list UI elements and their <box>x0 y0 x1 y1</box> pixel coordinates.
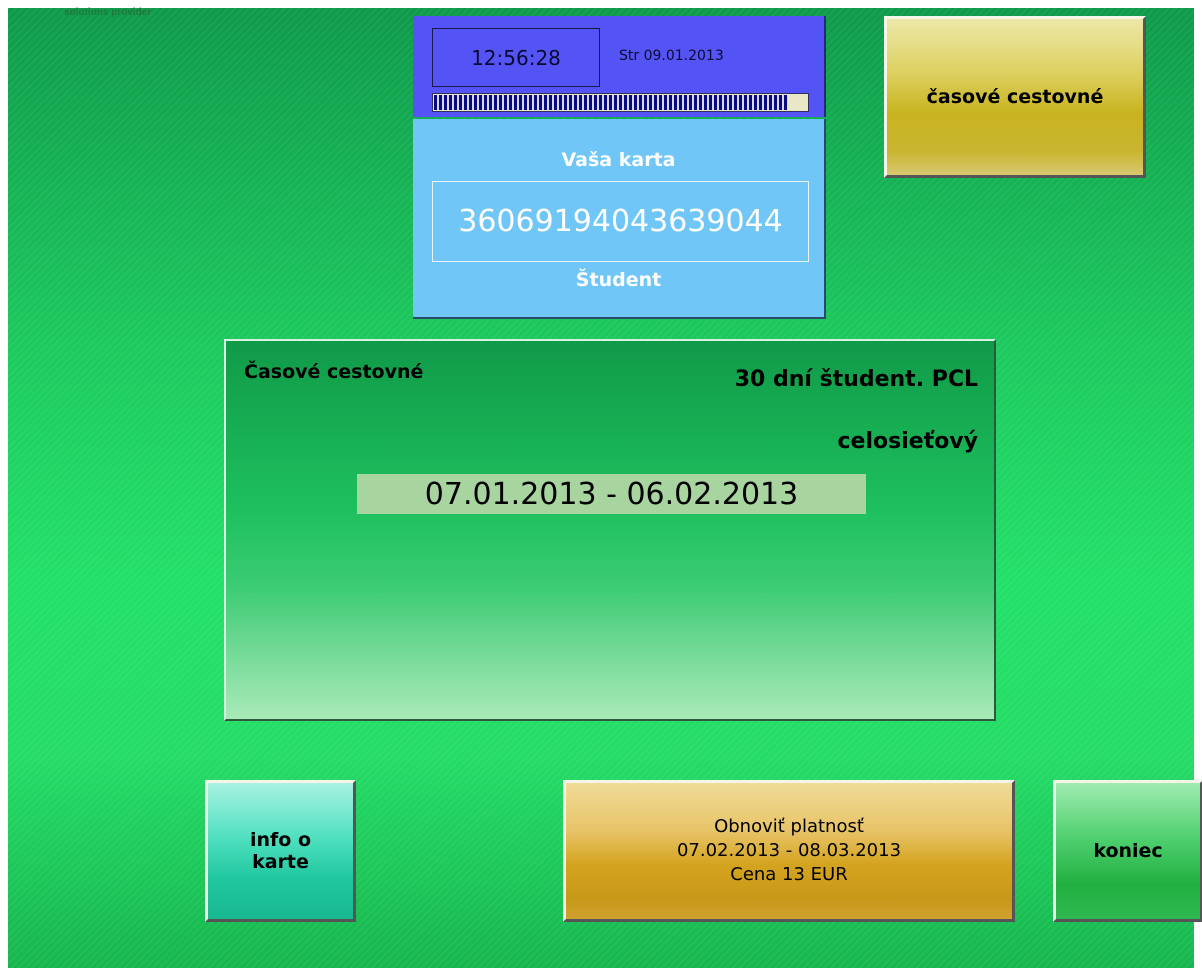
clock-display: 12:56:28 <box>432 28 600 87</box>
card-info-button[interactable]: info o karte <box>205 780 356 922</box>
renew-label-line2: 07.02.2013 - 08.03.2013 <box>676 840 902 861</box>
time-fare-button[interactable]: časové cestovné <box>884 16 1146 178</box>
card-info-label-line1: info o <box>249 829 312 851</box>
ticket-info-panel: Časové cestovné 30 dní študent. PCL celo… <box>224 339 996 721</box>
renew-label-line1: Obnoviť platnosť <box>714 816 864 837</box>
exit-button-label: koniec <box>1093 840 1163 862</box>
card-info-label-line2: karte <box>252 851 309 873</box>
brand-logo-text: solutions provider <box>64 7 152 18</box>
time-fare-button-label: časové cestovné <box>926 86 1104 108</box>
renew-label-line3: Cena 13 EUR <box>730 864 848 885</box>
progress-fill <box>434 95 789 110</box>
date-display: Str 09.01.2013 <box>619 48 724 64</box>
card-title: Vaša karta <box>561 149 676 171</box>
kiosk-screen: solutions provider 12:56:28 Str 09.01.20… <box>8 7 1202 968</box>
timeout-progress-bar <box>432 93 809 112</box>
ticket-zone: celosieťový <box>837 429 979 454</box>
ticket-name: 30 dní študent. PCL <box>734 367 978 392</box>
exit-button[interactable]: koniec <box>1053 780 1202 922</box>
ticket-validity: 07.01.2013 - 06.02.2013 <box>357 474 866 514</box>
card-panel: Vaša karta 3606919404363904​4 Študent <box>413 119 826 319</box>
status-panel: 12:56:28 Str 09.01.2013 <box>413 16 826 117</box>
card-number: 3606919404363904​4 <box>432 181 809 262</box>
ticket-label: Časové cestovné <box>244 361 424 383</box>
renew-validity-button[interactable]: Obnoviť platnosť 07.02.2013 - 08.03.2013… <box>563 780 1015 922</box>
card-info-button-label: info o karte <box>250 829 311 873</box>
card-holder-type: Študent <box>575 269 662 291</box>
